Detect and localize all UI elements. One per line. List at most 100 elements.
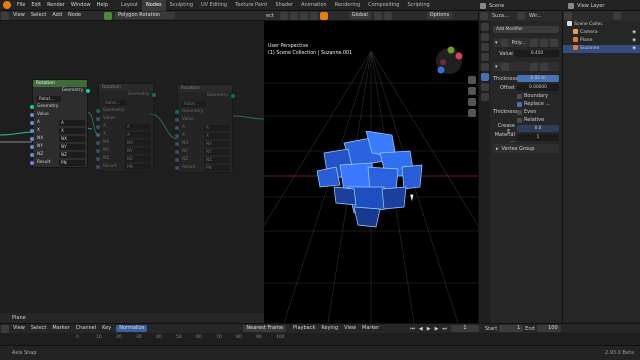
vertex-group-subpanel[interactable]: ▸ Vertex Group [493,144,559,153]
camera-view-icon[interactable] [468,98,476,106]
object-tab-icon[interactable] [481,63,489,71]
eye-icon[interactable]: ◉ [632,37,636,45]
add-modifier-button[interactable]: Add Modifier [493,26,559,33]
group-node-rotation[interactable]: Rotation Geometry Rotat... Geometry Value A A X… [30,79,90,168]
editor-type-icon[interactable] [1,324,9,333]
expand-chevron-icon[interactable]: ▾ [495,40,498,46]
output-tab-icon[interactable] [481,43,489,51]
crease-weight-field[interactable]: 0.0 [517,125,559,132]
eye-icon[interactable]: ◉ [632,29,636,37]
input-socket[interactable] [30,153,34,157]
current-frame-field[interactable]: 1 [450,325,479,332]
node-input-field[interactable]: X [125,132,151,138]
node-input-field[interactable]: X [59,128,85,134]
proportional-edit-icon[interactable] [383,11,392,20]
end-frame-field[interactable]: 100 [536,325,561,332]
jump-start-icon[interactable]: ⏮ [410,326,415,332]
workspace-tab-animation[interactable]: Animation [297,0,331,11]
input-socket[interactable] [96,149,100,153]
nearest-frame-selector[interactable]: Nearest Frame [243,325,287,332]
node-input-field[interactable]: PN [204,165,230,171]
expand-chevron-icon[interactable]: ▾ [495,64,498,70]
input-socket[interactable] [30,145,34,149]
outliner-type-icon[interactable] [564,12,572,20]
show-viewport-icon[interactable] [529,62,538,71]
pan-hand-icon[interactable] [468,87,476,95]
node-menu-view[interactable]: View [10,10,28,21]
node-header[interactable]: Rotation [99,84,153,91]
properties-type-icon[interactable] [480,12,488,20]
workspace-tab-sculpting[interactable]: Sculpting [166,0,197,11]
node-input-field[interactable]: NX [59,136,85,142]
outliner-item-camera[interactable]: Camera ◉ [563,29,640,37]
workspace-tab-nodes[interactable]: Nodes [142,0,166,11]
geometry-output-socket[interactable] [152,93,156,97]
show-render-icon[interactable] [550,38,559,47]
workspace-tab-texture-paint[interactable]: Texture Paint [231,0,271,11]
eye-icon[interactable]: ◉ [632,45,636,53]
node-menu-select[interactable]: Select [28,10,49,21]
input-socket[interactable] [96,165,100,169]
prev-key-icon[interactable]: ◀ [419,326,423,332]
group-node-rotation[interactable]: Rotation Geometry Rotat... Geometry Value A A X… [175,84,235,173]
render-tab-icon[interactable] [481,33,489,41]
node-mode-selector[interactable]: Rotat... [37,96,61,102]
show-render-icon[interactable] [539,62,548,71]
relative-checkbox[interactable] [517,117,522,123]
input-socket[interactable] [175,110,179,114]
timeline-body[interactable]: 0 10 20 30 40 50 60 70 80 90 100 [0,333,640,345]
node-input-field[interactable]: NY [125,148,151,154]
show-viewport-icon[interactable] [540,38,549,47]
select-lasso-icon[interactable] [299,11,308,20]
node-tree-icon[interactable] [104,11,113,20]
menu-render[interactable]: Render [44,0,68,11]
editor-type-icon[interactable] [1,11,9,20]
node-input-field[interactable]: A [204,125,230,131]
thickness-field[interactable]: 0.02 m [517,75,559,82]
node-header[interactable]: Rotation [33,80,87,87]
outliner-item-suzanne[interactable]: Suzanne ◉ [563,45,640,53]
geometry-output-socket[interactable] [86,89,90,93]
even-checkbox[interactable] [517,109,522,115]
node-menu-add[interactable]: Add [49,10,65,21]
input-socket[interactable] [30,161,34,165]
menu-edit[interactable]: Edit [28,0,44,11]
normalize-toggle[interactable]: Normalize [116,325,148,332]
input-socket[interactable] [175,142,179,146]
node-input-field[interactable]: NY [59,144,85,150]
start-frame-field[interactable]: 1 [499,325,524,332]
menu-window[interactable]: Window [68,0,94,11]
options-menu[interactable]: Options [426,12,453,19]
input-socket[interactable] [175,118,179,122]
select-extend-icon[interactable] [319,11,328,20]
ortho-grid-icon[interactable] [468,109,476,117]
node-input-field[interactable]: NZ [125,156,151,162]
node-input-field[interactable]: PN [59,160,85,166]
scene-name[interactable]: Scene [489,3,504,9]
value-field[interactable]: 0.450 [515,50,559,57]
group-node-rotation[interactable]: Rotation Geometry Rotat... Geometry Value A A X… [96,83,156,172]
node-mode-selector[interactable]: Rotat... [182,101,206,107]
show-editmode-icon[interactable] [530,38,539,47]
menu-file[interactable]: File [14,0,28,11]
node-editor-canvas[interactable]: Rotation Geometry Rotat... Geometry Value A A X… [0,21,264,313]
input-socket[interactable] [175,126,179,130]
input-socket[interactable] [96,141,100,145]
workspace-tab-rendering[interactable]: Rendering [331,0,365,11]
select-box-icon[interactable] [279,11,288,20]
node-tree-selector[interactable]: Polygon Rotation [115,12,176,19]
particles-tab-icon[interactable] [481,83,489,91]
node-input-field[interactable]: NZ [204,157,230,163]
modifier-1-name[interactable]: Poly... [511,40,529,46]
workspace-tab-layout[interactable]: Layout [117,0,142,11]
node-input-field[interactable]: A [125,124,151,130]
input-socket[interactable] [30,129,34,133]
play-icon[interactable]: ▶ [427,326,431,332]
modifier-tab-icon[interactable] [481,73,489,81]
input-socket[interactable] [175,134,179,138]
next-key-icon[interactable]: ▶ [435,326,439,332]
material-offset-field[interactable]: 1 [517,134,559,141]
blender-logo-icon[interactable] [3,1,11,9]
node-input-field[interactable]: NY [204,149,230,155]
select-circle-icon[interactable] [289,11,298,20]
